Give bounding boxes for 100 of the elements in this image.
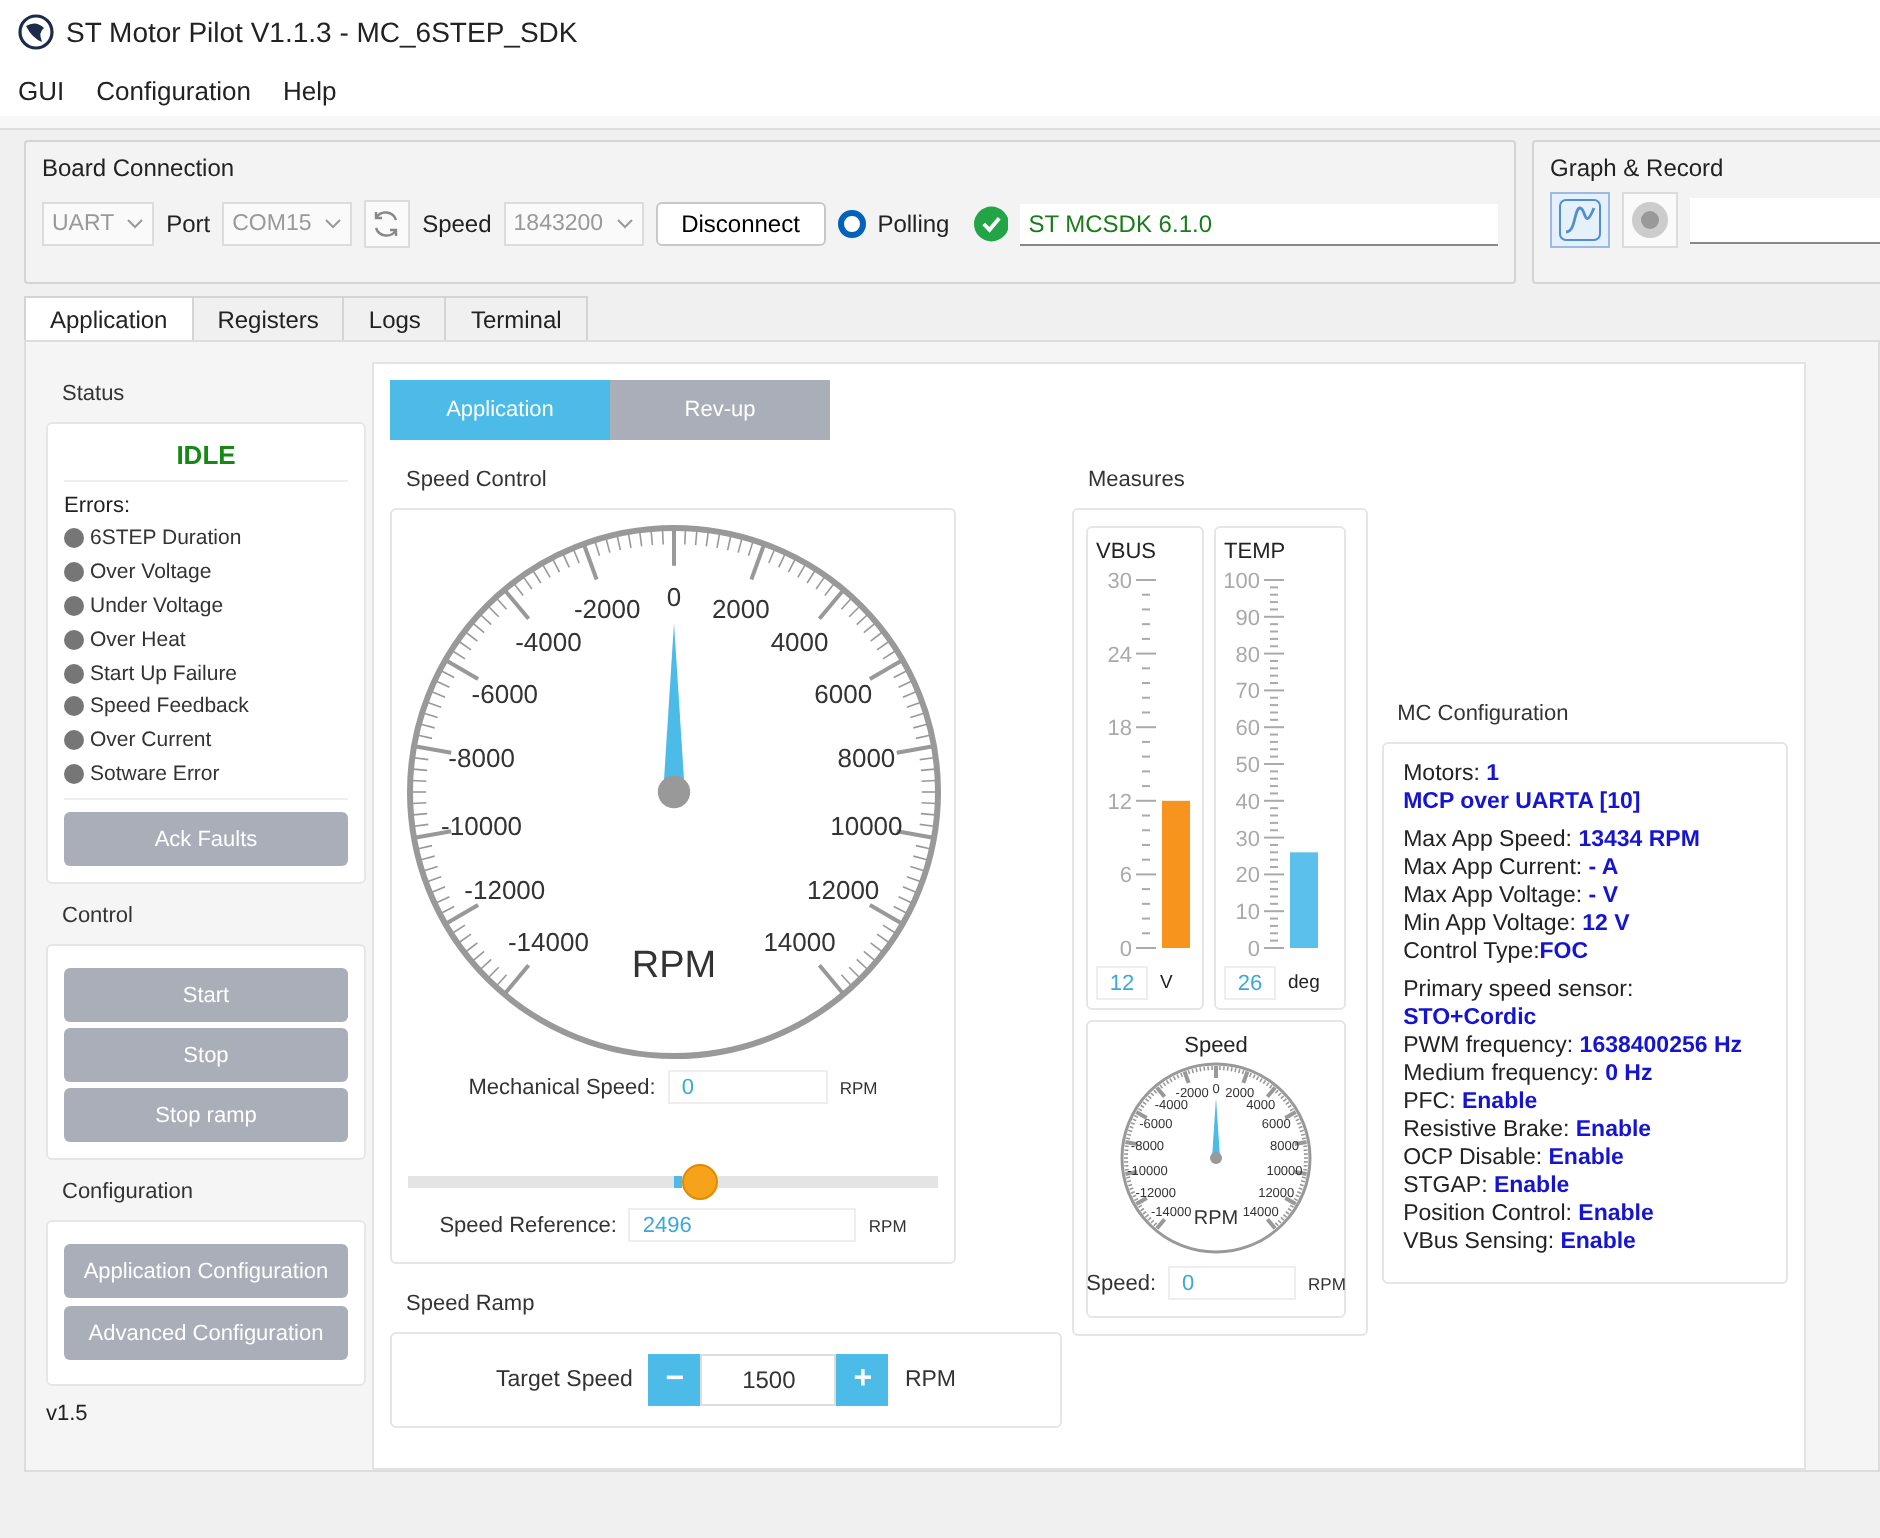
tab[interactable]: Application [390,380,610,440]
scale-label: 0 [666,581,682,612]
scale-label: 30 [1235,827,1261,852]
needle-hub [657,775,691,809]
config-line: PWM frequency: 1638400256 Hz [1403,1032,1745,1060]
tab[interactable]: Application [24,296,194,340]
scale-label: 8000 [837,743,896,774]
decrement-button[interactable]: − [648,1354,701,1406]
value-field[interactable]: 1500 [700,1354,837,1406]
scale-label: 4000 [770,627,829,658]
unit-label: RPM [904,1368,956,1392]
increment-button[interactable]: + [836,1354,889,1406]
disconnect-button[interactable]: Disconnect [655,202,826,246]
field-label: Target Speed [496,1368,633,1392]
chevron-icon [126,218,145,230]
value-field: 0 [1168,1266,1297,1300]
scale-label: 0 [1119,938,1133,960]
scale-label: 60 [1235,717,1261,742]
meter-title: VBUS [1096,540,1158,564]
menu-item[interactable]: Configuration [96,71,251,109]
scale-label: -8000 [448,743,515,774]
scale-label: -10000 [441,811,523,841]
section-title: Status [60,380,127,410]
field-label: Mechanical Speed: [468,1075,656,1099]
scale-label: 70 [1235,680,1261,705]
config-line: Min App Voltage: 12 V [1403,910,1632,938]
config-line: Control Type:FOC [1403,938,1591,966]
config-line: VBus Sensing: Enable [1403,1228,1638,1256]
graph-icon[interactable] [1550,192,1610,248]
scale-label: 90 [1235,606,1261,631]
section-title: Measures [1086,466,1187,496]
error-label: Over Voltage [90,560,212,585]
tab[interactable]: Terminal [444,296,588,340]
unit-label: V [1160,972,1173,994]
unit-label: RPM [1308,1273,1346,1293]
menu-item[interactable]: Help [282,71,337,109]
tab[interactable]: Rev-up [610,380,830,440]
status-text: IDLE [64,440,348,482]
slider-fill [673,1176,682,1188]
globe-icon [18,14,54,50]
error-label: 6STEP Duration [90,526,242,551]
error-label: Over Current [90,728,212,753]
record-field[interactable] [1690,197,1880,243]
slider-thumb[interactable] [681,1164,718,1200]
chevron-icon [615,218,634,230]
scale-label: -12000 [464,874,546,905]
field-label: Speed Reference: [439,1213,617,1237]
scale-label: 100 [1224,570,1261,594]
scale-label: 40 [1235,790,1261,815]
scale-label: 18 [1107,717,1133,742]
value-field[interactable]: 26 [1224,966,1277,1000]
needle-hub [1210,1152,1223,1164]
polling-label: Polling [877,210,950,238]
config-line: Position Control: Enable [1403,1200,1656,1228]
scale-label: 12000 [807,874,880,905]
scale-label: 2000 [711,593,770,624]
meter-title: Speed [1184,1034,1248,1058]
record-icon[interactable] [1622,192,1678,248]
scale-label: 6000 [814,679,873,710]
speed-label: Speed [422,210,492,238]
section-title: Control [60,902,135,933]
config-line: Max App Speed: 13434 RPM [1403,826,1702,854]
config-line: MCP over UARTA [10] [1403,788,1643,816]
scale-label: -4000 [515,627,582,658]
section-title: Speed Control [404,466,549,496]
scale-label: 24 [1107,643,1133,668]
scale-label: 10000 [830,811,903,841]
error-label: Sotware Error [90,761,220,786]
firmware-field: ST MCSDK 6.1.0 [1020,203,1498,245]
scale-label: -2000 [573,593,641,624]
config-line: Max App Current: - A [1403,854,1621,882]
scale-label: 14000 [763,926,836,957]
section-title: Configuration [60,1178,195,1209]
error-label: Under Voltage [90,593,224,618]
section-title: MC Configuration [1395,700,1571,730]
scale-label: 12 [1107,790,1133,815]
section-title: Speed Ramp [404,1290,537,1320]
unit-label: RPM [868,1215,907,1235]
config-line: PFC: Enable [1403,1088,1540,1116]
config-line: Max App Voltage: - V [1403,882,1620,910]
menu-item[interactable]: GUI [18,71,65,109]
scale-label: 30 [1107,570,1133,594]
scale-label: -14000 [507,926,589,957]
chevron-icon [323,218,342,230]
scale-label: -6000 [471,679,539,710]
value-field: 0 [667,1070,828,1104]
scale-label: 0 [1247,938,1261,960]
config-line: STGAP: Enable [1403,1172,1572,1200]
refresh-icon[interactable] [363,200,411,248]
error-label: Start Up Failure [90,661,238,686]
scale-label: 80 [1235,643,1261,668]
polling-radio[interactable] [837,210,866,238]
group-title: Graph & Record [1550,154,1726,182]
value-field[interactable]: 12 [1096,966,1149,1000]
error-label: Speed Feedback [90,694,249,719]
value-field[interactable]: 2496 [628,1208,857,1242]
gauge-unit: RPM [1193,1207,1239,1230]
gauge-unit: RPM [631,944,717,987]
config-line: Resistive Brake: Enable [1403,1116,1654,1144]
scale-label: 6 [1119,864,1133,889]
